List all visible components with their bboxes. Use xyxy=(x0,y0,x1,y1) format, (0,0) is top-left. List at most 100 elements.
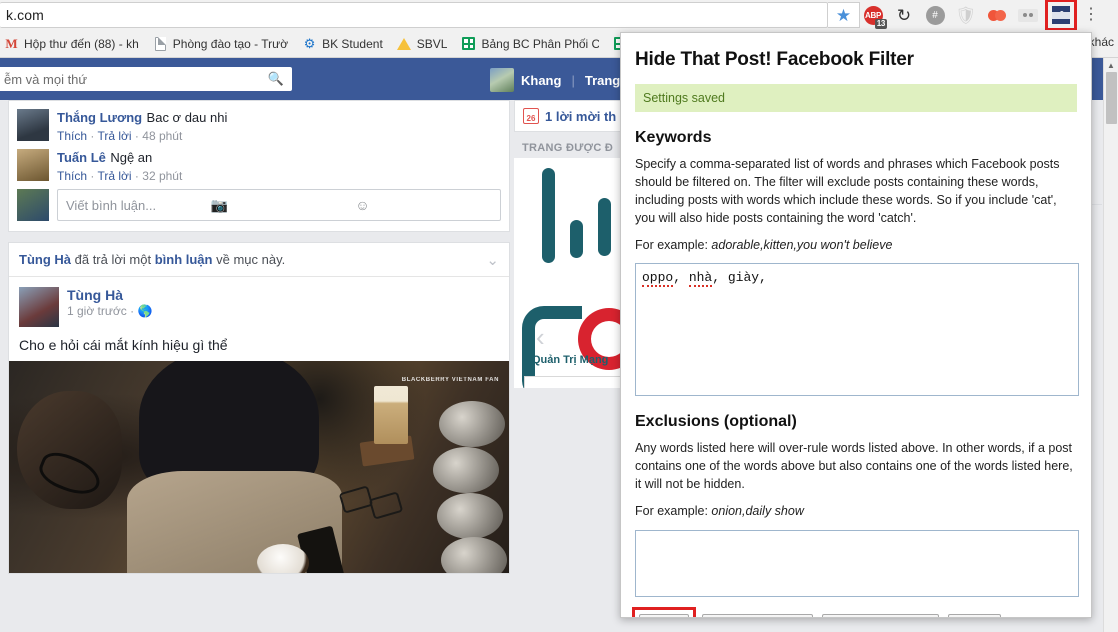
story-object[interactable]: bình luận xyxy=(155,252,213,267)
bookmark-item[interactable]: M Hộp thư đến (88) - kh xyxy=(4,36,139,51)
like-link[interactable]: Thích xyxy=(57,129,87,143)
photo-latte-glass xyxy=(374,386,408,444)
bookmark-label: SBVL xyxy=(417,37,448,51)
dots-glyph xyxy=(1018,9,1038,22)
ad-bar xyxy=(598,198,611,256)
page-scrollbar[interactable]: ▲ xyxy=(1103,58,1118,632)
divider: | xyxy=(571,73,574,88)
comment-author[interactable]: Tuấn Lê xyxy=(57,150,106,165)
facebook-profile-link[interactable]: Khang | Trang c xyxy=(490,68,631,92)
google-sheets-icon xyxy=(461,36,476,51)
example-prefix: For example: xyxy=(635,238,711,252)
google-drive-icon xyxy=(397,36,412,51)
avatar xyxy=(17,149,49,181)
avatar xyxy=(17,189,49,221)
facebook-filter-glyph: f xyxy=(1052,6,1070,24)
facebook-filter-letter: f xyxy=(1059,9,1063,21)
comment-meta: Thích · Trả lời · 32 phút xyxy=(57,169,501,183)
exclusions-textarea[interactable] xyxy=(635,530,1079,597)
gmail-icon: M xyxy=(4,36,19,51)
post-meta: 1 giờ trước · 🌎 xyxy=(67,304,152,318)
facebook-filter-extension-icon[interactable]: f xyxy=(1048,2,1074,28)
bookmark-item[interactable]: Bảng BC Phân Phối Cô xyxy=(461,36,599,51)
like-link[interactable]: Thích xyxy=(57,169,87,183)
bookmark-label: Hộp thư đến (88) - kh xyxy=(24,37,139,51)
comment-time: 32 phút xyxy=(142,169,182,183)
browser-window: k.com ★ ABP 13 ↻ # 🛡 xyxy=(0,0,1118,632)
save-button[interactable]: Save xyxy=(639,614,689,618)
calendar-icon: 26 xyxy=(523,108,539,124)
bookmarks-overflow-label[interactable]: khác xyxy=(1089,35,1114,49)
status-banner: Settings saved xyxy=(635,84,1077,112)
comment-input[interactable]: Viết bình luận... 📷 ☺ xyxy=(57,189,501,221)
globe-icon: 🌎 xyxy=(137,304,152,318)
photo-jar xyxy=(439,401,505,447)
adblock-plus-icon[interactable]: ABP 13 xyxy=(862,4,884,26)
infinity-glyph xyxy=(988,10,1006,21)
example-text: adorable,kitten,you won't believe xyxy=(711,238,892,252)
bookmark-label: Bảng BC Phân Phối Cô xyxy=(481,37,599,51)
scrollbar-thumb[interactable] xyxy=(1106,72,1117,124)
story-actor[interactable]: Tùng Hà xyxy=(19,252,71,267)
post-author[interactable]: Tùng Hà xyxy=(67,287,152,303)
chevron-down-icon[interactable]: ⌄ xyxy=(486,251,499,269)
extension-popup: Hide That Post! Facebook Filter Settings… xyxy=(620,32,1092,618)
camera-icon[interactable]: 📷 xyxy=(211,197,348,214)
event-invite-text: 1 lời mời th xyxy=(545,109,616,124)
photo-jar xyxy=(437,493,503,539)
infinity-icon[interactable] xyxy=(986,4,1008,26)
feed-gap xyxy=(8,232,510,242)
comment-time: 48 phút xyxy=(142,129,182,143)
avatar xyxy=(19,287,59,327)
chrome-menu-icon[interactable]: ⋮ xyxy=(1083,7,1093,23)
scroll-up-arrow-icon[interactable]: ▲ xyxy=(1104,58,1118,70)
emoji-icon[interactable]: ☺ xyxy=(355,197,492,213)
avatar xyxy=(17,109,49,141)
hashtag-glyph: # xyxy=(926,6,945,25)
abp-glyph: ABP 13 xyxy=(864,6,883,25)
comment-placeholder: Viết bình luận... xyxy=(66,198,203,213)
url-text: k.com xyxy=(6,7,44,23)
bookmark-label: BK Student xyxy=(322,37,383,51)
post-photo[interactable]: BLACKBERRY VIETNAM FAN xyxy=(9,361,509,573)
keywords-textarea[interactable]: oppo, nhà, giày, xyxy=(635,263,1079,396)
bookmark-item[interactable]: SBVL xyxy=(397,36,448,51)
keywords-description: Specify a comma-separated list of words … xyxy=(635,156,1077,228)
clear-keywords-button[interactable]: Clear Keywords xyxy=(702,614,814,618)
post-time: 1 giờ trước xyxy=(67,304,127,318)
ad-bar xyxy=(570,220,583,258)
sync-icon[interactable]: ↻ xyxy=(893,4,915,26)
reply-link[interactable]: Trả lời xyxy=(97,169,131,183)
facebook-search-input[interactable]: ễm và mọi thứ 🔍 xyxy=(0,67,292,91)
comments-card: Thắng Lương Bac ơ dau nhi Thích · Trả lờ… xyxy=(8,100,510,232)
keyword-token: , xyxy=(673,270,689,285)
dots-icon[interactable] xyxy=(1017,4,1039,26)
story-action: đã trả lời một xyxy=(75,252,151,267)
sync-glyph: ↻ xyxy=(897,7,911,24)
exclusions-description: Any words listed here will over-rule wor… xyxy=(635,440,1077,494)
keyword-token: oppo xyxy=(642,270,673,287)
address-bar[interactable]: k.com xyxy=(0,2,828,28)
chevron-left-icon[interactable]: ‹ xyxy=(536,322,545,353)
clear-exclusions-button[interactable]: Clear Exclusions xyxy=(822,614,939,618)
reply-link[interactable]: Trả lời xyxy=(97,129,131,143)
bookmark-star-button[interactable]: ★ xyxy=(828,2,860,28)
ad-bar xyxy=(542,168,555,263)
photo-watermark: BLACKBERRY VIETNAM FAN xyxy=(402,377,499,383)
bookmark-item[interactable]: ⚙ BK Student xyxy=(302,36,383,51)
comment-author[interactable]: Thắng Lương xyxy=(57,110,142,125)
shield-icon[interactable]: 🛡 xyxy=(955,4,977,26)
save-button-highlight: Save xyxy=(635,610,693,618)
profile-name: Khang xyxy=(521,73,561,88)
search-icon: 🔍 xyxy=(268,71,284,87)
avatar xyxy=(490,68,514,92)
bookmark-item[interactable]: Phòng đào tạo - Trườ xyxy=(153,36,288,51)
close-button[interactable]: Close xyxy=(948,614,1001,618)
search-placeholder: ễm và mọi thứ xyxy=(4,72,268,87)
popup-button-row: Save Clear Keywords Clear Exclusions Clo… xyxy=(635,610,1077,618)
comment-text: Bac ơ dau nhi xyxy=(147,110,228,125)
exclusions-heading: Exclusions (optional) xyxy=(635,413,1077,431)
hashtag-circle-icon[interactable]: # xyxy=(924,4,946,26)
comment-item: Tuấn Lê Ngệ an Thích · Trả lời · 32 phút xyxy=(9,147,509,187)
comment-text: Ngệ an xyxy=(110,150,152,165)
